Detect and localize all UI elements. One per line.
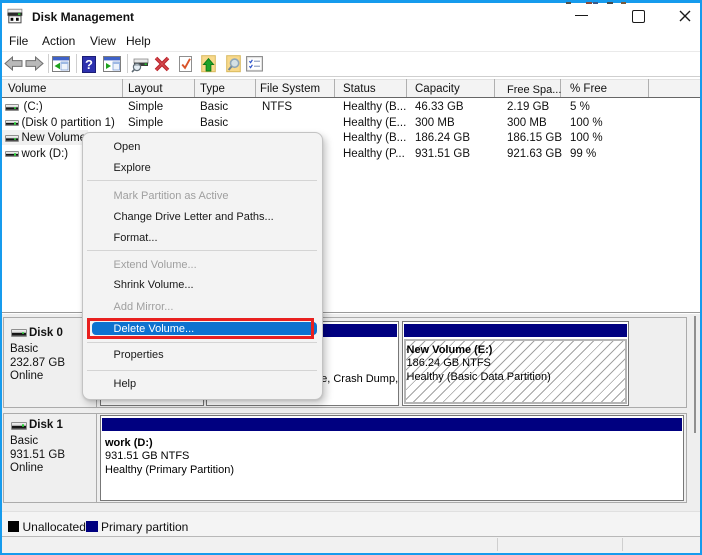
svg-text:?: ? <box>85 57 93 72</box>
